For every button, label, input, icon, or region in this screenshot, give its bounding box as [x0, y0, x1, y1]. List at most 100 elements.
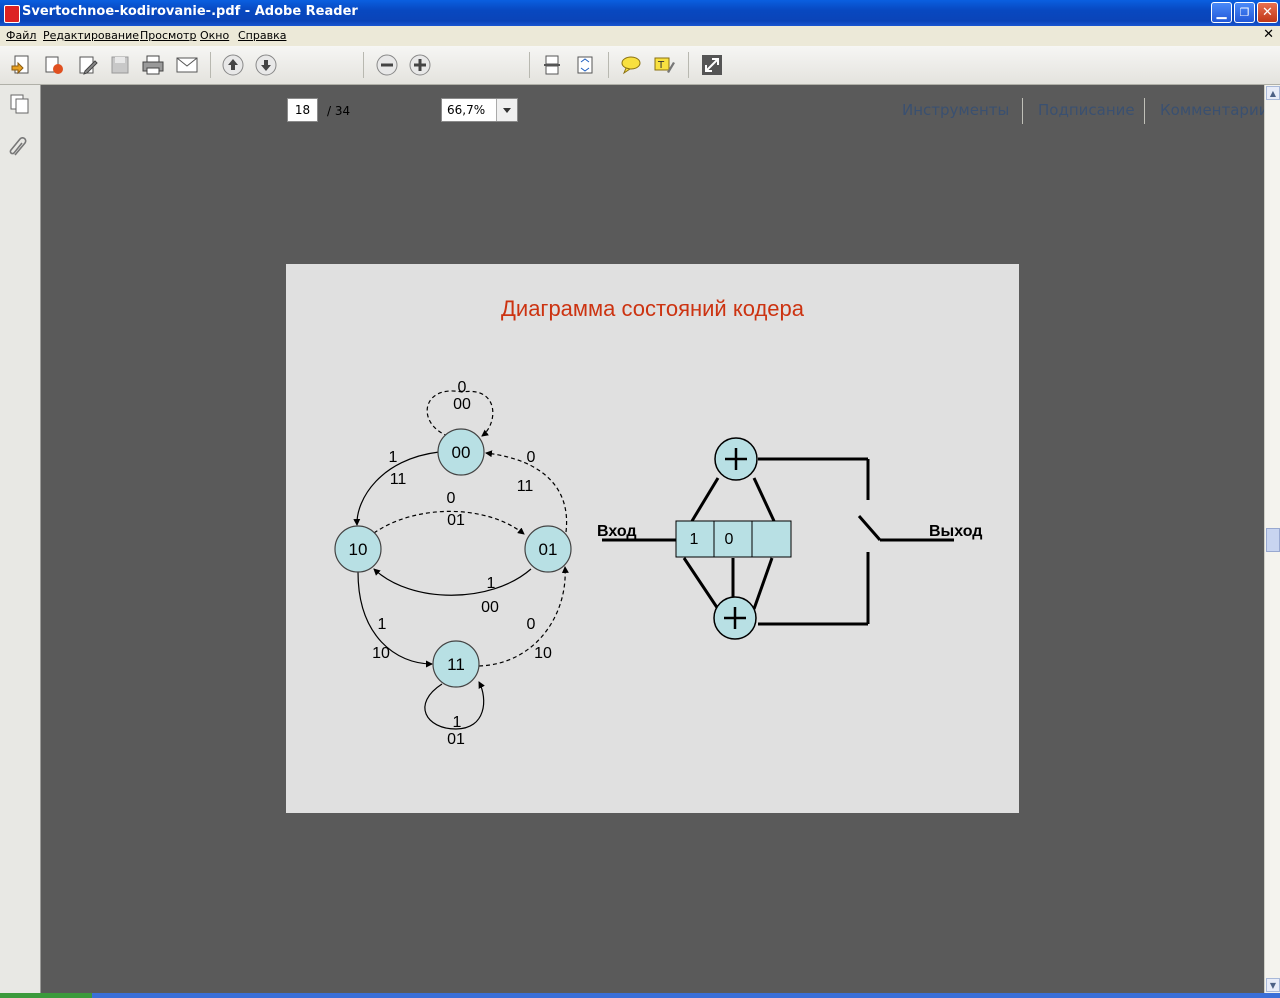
svg-text:10: 10	[349, 540, 368, 559]
minus-circle-icon	[376, 54, 398, 76]
page-number-input[interactable]: 18	[287, 98, 318, 122]
state-node-01: 01	[524, 525, 572, 573]
fit-page-button[interactable]	[573, 53, 597, 77]
pdf-page: Диаграмма состояний кодера 00 10 01 11 0…	[286, 264, 1019, 813]
label-01-to-00-output: 11	[517, 478, 534, 495]
menu-view[interactable]: Просмотр	[140, 29, 196, 42]
restore-icon: ❐	[1239, 6, 1250, 19]
state-node-00: 00	[437, 428, 485, 476]
register-cell-2: 0	[725, 531, 734, 548]
edit-pdf-button[interactable]	[76, 53, 100, 77]
label-10-to-01-input: 0	[447, 490, 456, 507]
create-pdf-icon	[11, 55, 29, 75]
zoom-dropdown-button[interactable]	[496, 99, 517, 121]
save-button[interactable]	[108, 53, 132, 77]
scroll-mode-icon	[544, 55, 560, 75]
label-01-to-10-input: 1	[487, 575, 496, 592]
chevron-down-icon	[503, 107, 511, 113]
svg-text:11: 11	[447, 655, 465, 674]
zoom-select[interactable]: 66,7%	[441, 98, 518, 122]
edge-00-to-10	[353, 451, 440, 526]
zoom-out-button[interactable]	[375, 53, 399, 77]
tools-pane-link[interactable]: Инструменты	[902, 101, 1009, 119]
label-00-to-10-output: 11	[390, 471, 407, 488]
label-10-to-11-input: 1	[378, 616, 387, 633]
document-close-icon[interactable]: ✕	[1263, 27, 1274, 42]
label-10-to-01-output: 01	[447, 512, 465, 529]
scroll-down-arrow[interactable]: ▼	[1266, 978, 1280, 992]
register-cell-1: 1	[690, 531, 699, 548]
zoom-value: 66,7%	[447, 103, 486, 117]
label-00-to-10-input: 1	[389, 449, 398, 466]
combine-files-icon	[45, 56, 63, 74]
edit-pencil-icon	[79, 56, 98, 75]
next-page-button[interactable]	[254, 53, 278, 77]
page-thumbnails-button[interactable]	[9, 93, 31, 119]
pages-icon	[10, 94, 29, 114]
envelope-icon	[176, 57, 198, 73]
label-11-to-01-input: 0	[527, 616, 536, 633]
attachments-button[interactable]	[9, 135, 31, 163]
menu-bar: Файл Редактирование Просмотр Окно Справк…	[0, 26, 1280, 46]
expand-icon	[702, 55, 722, 75]
label-11-self-input: 1	[453, 714, 462, 731]
label-00-self-input: 0	[458, 379, 467, 396]
label-10-to-11-output: 10	[372, 645, 390, 662]
state-node-11: 11	[432, 640, 480, 688]
taskbar-edge	[0, 993, 1280, 998]
label-01-to-00-input: 0	[527, 449, 536, 466]
encoder-output-label: Выход	[929, 523, 982, 540]
label-00-self-output: 00	[453, 396, 471, 413]
page-total: / 34	[327, 104, 351, 118]
shift-register: 1 0	[675, 520, 792, 558]
vertical-scrollbar[interactable]: ▲ ▼	[1264, 85, 1280, 998]
label-01-to-10-output: 00	[481, 599, 499, 616]
comment-button[interactable]	[619, 53, 643, 77]
minimize-icon: ▁	[1216, 5, 1227, 20]
encoder-input-label: Вход	[597, 523, 637, 540]
xor-adder-bottom	[713, 596, 757, 640]
highlight-button[interactable]: T	[652, 53, 676, 77]
adobe-reader-app-icon	[4, 5, 20, 23]
edge-10-to-11	[357, 571, 433, 668]
arrow-up-icon	[222, 54, 244, 76]
label-11-self-output: 01	[447, 731, 465, 748]
menu-edit[interactable]: Редактирование	[43, 29, 139, 42]
edge-01-to-10	[373, 568, 532, 596]
speech-bubble-icon	[621, 56, 641, 75]
fit-width-button[interactable]	[540, 53, 564, 77]
close-icon: ✕	[1262, 5, 1273, 20]
menu-help[interactable]: Справка	[238, 29, 286, 42]
minimize-button[interactable]: ▁	[1211, 2, 1232, 23]
comments-pane-link[interactable]: Комментарии	[1160, 101, 1268, 119]
sign-pane-link[interactable]: Подписание	[1038, 101, 1135, 119]
menu-window[interactable]: Окно	[200, 29, 229, 42]
title-bar: Svertochnoe-kodirovanie-.pdf - Adobe Rea…	[0, 0, 1280, 26]
xor-adder-top	[714, 437, 758, 481]
scroll-up-arrow[interactable]: ▲	[1266, 86, 1280, 100]
zoom-in-button[interactable]	[408, 53, 432, 77]
highlight-text-icon: T	[654, 57, 675, 73]
previous-page-button[interactable]	[221, 53, 245, 77]
close-button[interactable]: ✕	[1257, 2, 1278, 23]
label-11-to-01-output: 10	[534, 645, 552, 662]
fullscreen-button[interactable]	[700, 53, 724, 77]
print-button[interactable]	[141, 53, 165, 77]
paperclip-icon	[9, 137, 27, 156]
menu-file[interactable]: Файл	[6, 29, 36, 42]
create-pdf-button[interactable]	[9, 53, 33, 77]
state-node-10: 10	[334, 525, 382, 573]
restore-button[interactable]: ❐	[1234, 2, 1255, 23]
svg-text:T: T	[657, 60, 665, 71]
printer-icon	[142, 55, 164, 75]
fit-page-icon	[577, 56, 593, 74]
save-icon	[111, 56, 129, 74]
arrow-down-icon	[255, 54, 277, 76]
combine-files-button[interactable]	[42, 53, 66, 77]
navigation-panel	[0, 85, 41, 998]
window-title: Svertochnoe-kodirovanie-.pdf - Adobe Rea…	[22, 4, 358, 19]
scrollbar-thumb[interactable]	[1266, 528, 1280, 552]
state-diagram-and-encoder: 00 10 01 11 0 00 1 11 0 11 0 01 1 00 1 1…	[334, 379, 982, 748]
email-button[interactable]	[175, 53, 199, 77]
toolbar: T 18 / 34 66,7% Инструменты Подписание К…	[0, 46, 1280, 124]
